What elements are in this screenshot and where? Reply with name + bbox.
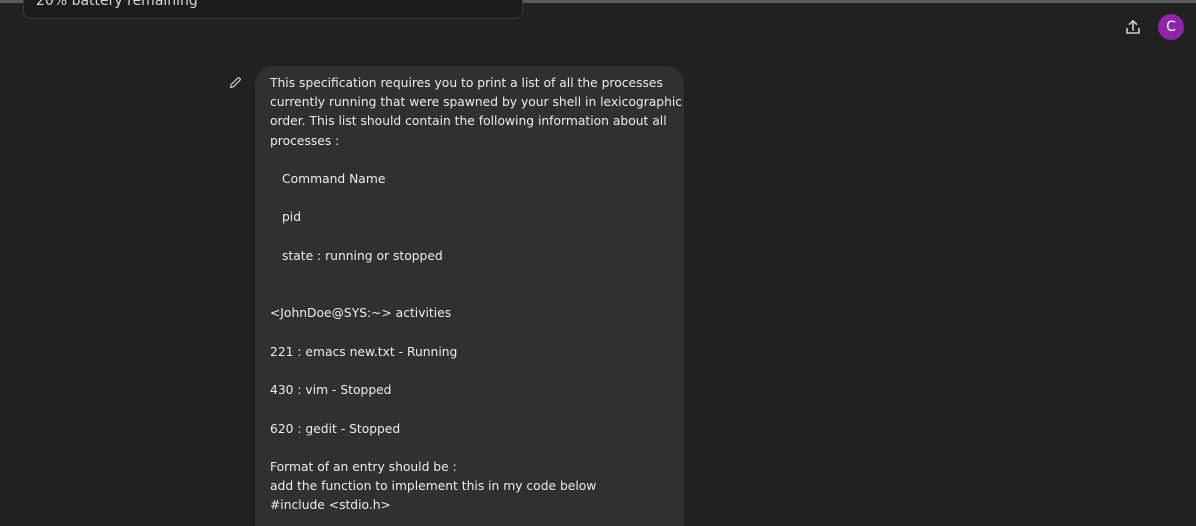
edit-message-button[interactable]: [226, 74, 244, 92]
message-line: 221 : emacs new.txt - Running: [270, 344, 458, 359]
user-message-bubble: This specification requires you to print…: [255, 66, 684, 526]
message-line: This specification requires you to print…: [270, 76, 663, 90]
message-line: Command Name: [282, 172, 386, 186]
message-line: currently running that were spawned by y…: [270, 95, 683, 110]
message-line: state : running or stopped: [282, 248, 443, 263]
message-line: order. This list should contain the foll…: [270, 114, 667, 129]
message-line: 430 : vim - Stopped: [270, 383, 392, 398]
message-line: <JohnDoe@SYS:~> activities: [270, 306, 452, 321]
battery-notification-text: 20% battery remaining: [36, 0, 198, 9]
user-avatar[interactable]: C: [1158, 14, 1184, 40]
message-line: #include <stdio.h>: [270, 498, 391, 513]
message-line: processes :: [270, 133, 340, 148]
message-line: 620 : gedit - Stopped: [270, 421, 401, 436]
upload-icon: [1126, 20, 1140, 34]
message-line: pid: [282, 210, 302, 225]
share-button[interactable]: [1120, 14, 1146, 40]
message-line: add the function to implement this in my…: [270, 479, 597, 494]
message-line: Format of an entry should be :: [270, 459, 457, 474]
battery-notification: 20% battery remaining: [23, 0, 523, 19]
pencil-icon: [229, 77, 241, 89]
